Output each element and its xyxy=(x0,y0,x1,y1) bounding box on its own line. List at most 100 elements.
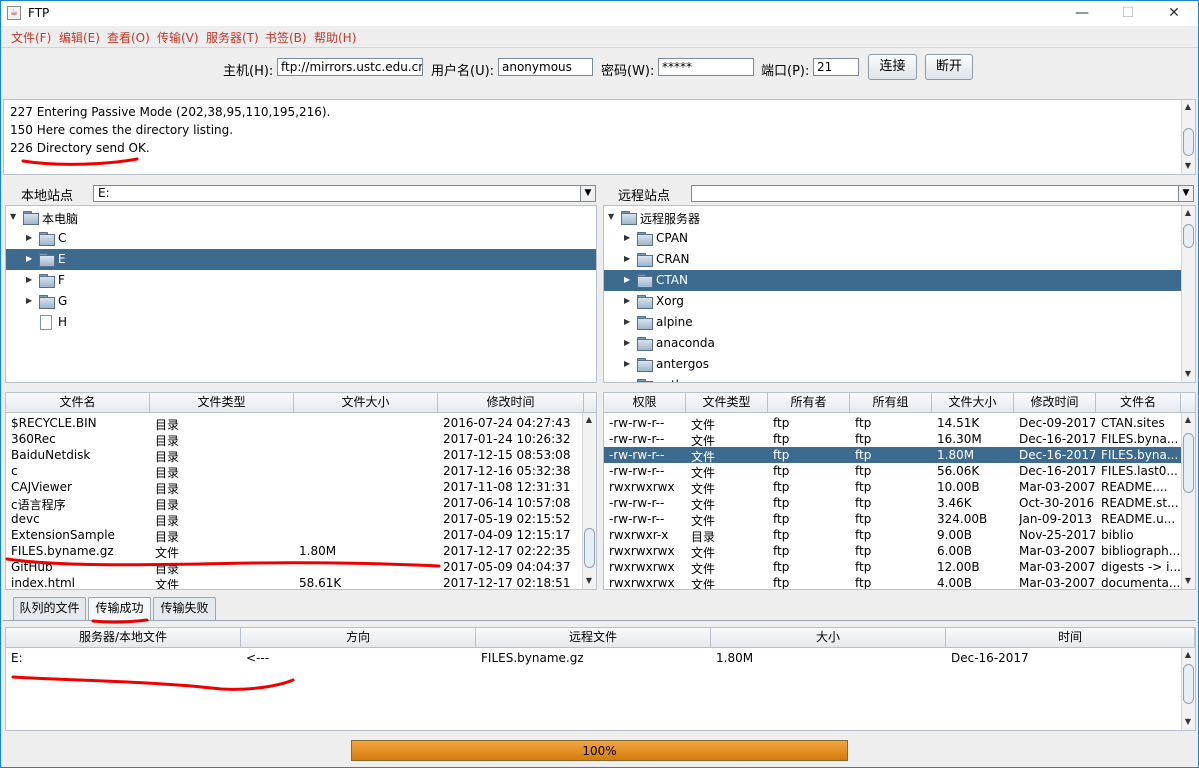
transfer-scrollbar[interactable]: ▲ ▼ xyxy=(1181,648,1195,730)
tree-node-root[interactable]: ▼ 远程服务器 xyxy=(604,207,1182,228)
collapsed-arrow-icon[interactable]: ▶ xyxy=(624,254,630,263)
collapsed-arrow-icon[interactable]: ▶ xyxy=(26,296,32,305)
tree-node-cpan[interactable]: ▶ CPAN xyxy=(604,228,1182,249)
menu-view[interactable]: 查看(O) xyxy=(107,29,150,46)
tree-node-h[interactable]: H xyxy=(6,312,596,333)
expanded-arrow-icon[interactable]: ▼ xyxy=(10,212,16,221)
column-header[interactable]: 远程文件 xyxy=(476,628,711,648)
table-row[interactable]: rwxrwxrwx 文件 ftp ftp 10.00B Mar-03-2007 README… xyxy=(604,479,1181,496)
menu-edit[interactable]: 编辑(E) xyxy=(59,29,100,46)
tab-queued[interactable]: 队列的文件 xyxy=(13,597,86,620)
table-row[interactable]: rwxrwxrwx 文件 ftp ftp 12.00B Mar-03-2007 digest… xyxy=(604,559,1181,576)
maximize-button[interactable]: ☐ xyxy=(1105,1,1151,26)
column-header[interactable]: 修改时间 xyxy=(438,393,584,413)
chevron-down-icon[interactable]: ▼ xyxy=(580,186,595,201)
column-header[interactable]: 时间 xyxy=(946,628,1195,648)
scroll-thumb[interactable] xyxy=(1183,664,1194,704)
collapsed-arrow-icon[interactable]: ▶ xyxy=(624,296,630,305)
column-header[interactable]: 文件名 xyxy=(1096,393,1181,413)
local-table-scrollbar[interactable]: ▲ ▼ xyxy=(582,413,596,589)
table-row[interactable]: c 目录 2017-12-16 05:32:38 xyxy=(6,463,582,480)
scroll-up-icon[interactable]: ▲ xyxy=(1182,413,1194,427)
scroll-down-icon[interactable]: ▼ xyxy=(1182,715,1194,729)
column-header[interactable]: 文件大小 xyxy=(294,393,438,413)
remote-path-combo[interactable]: ▼ xyxy=(691,185,1194,202)
tree-node-ctan[interactable]: ▶ CTAN xyxy=(604,270,1182,291)
chevron-down-icon[interactable]: ▼ xyxy=(1178,186,1193,201)
column-header[interactable]: 服务器/本地文件 xyxy=(6,628,241,648)
table-row[interactable]: E: <--- FILES.byname.gz 1.80M Dec-16-2017 xyxy=(6,650,1181,666)
scroll-down-icon[interactable]: ▼ xyxy=(583,574,595,588)
table-row[interactable]: CAJViewer 目录 2017-11-08 12:31:31 xyxy=(6,479,582,496)
table-row[interactable]: ExtensionSample 目录 2017-04-09 12:15:17 xyxy=(6,527,582,544)
tree-node-c[interactable]: ▶ C xyxy=(6,228,596,249)
collapsed-arrow-icon[interactable]: ▶ xyxy=(624,233,630,242)
table-row[interactable]: rwxrwxrwx 文件 ftp ftp 4.00B Mar-03-2007 documen… xyxy=(604,575,1181,589)
tab-failed[interactable]: 传输失败 xyxy=(153,597,216,620)
column-header[interactable]: 所有组 xyxy=(850,393,932,413)
column-header[interactable]: 文件大小 xyxy=(932,393,1014,413)
table-row[interactable]: -rw-rw-r-- 文件 ftp ftp 3.46K Oct-30-2016 README… xyxy=(604,495,1181,512)
column-header[interactable]: 修改时间 xyxy=(1014,393,1096,413)
username-field[interactable]: anonymous xyxy=(498,58,593,76)
table-row[interactable]: $RECYCLE.BIN 目录 2016-07-24 04:27:43 xyxy=(6,415,582,432)
menu-server[interactable]: 服务器(T) xyxy=(206,29,259,46)
tree-node-root[interactable]: ▼ 本电脑 xyxy=(6,207,596,228)
collapsed-arrow-icon[interactable]: ▶ xyxy=(624,359,630,368)
menu-file[interactable]: 文件(F) xyxy=(11,29,51,46)
tree-node-cran[interactable]: ▶ CRAN xyxy=(604,249,1182,270)
column-header[interactable]: 文件类型 xyxy=(150,393,294,413)
disconnect-button[interactable]: 断开 xyxy=(925,54,973,80)
table-row[interactable]: 360Rec 目录 2017-01-24 10:26:32 xyxy=(6,431,582,448)
table-row[interactable]: rwxrwxr-x 目录 ftp ftp 9.00B Nov-25-2017 biblio xyxy=(604,527,1181,544)
column-header[interactable]: 方向 xyxy=(241,628,476,648)
column-header[interactable]: 大小 xyxy=(711,628,946,648)
connect-button[interactable]: 连接 xyxy=(868,54,917,80)
collapsed-arrow-icon[interactable]: ▶ xyxy=(624,338,630,347)
tree-node-xorg[interactable]: ▶ Xorg xyxy=(604,291,1182,312)
port-field[interactable]: 21 xyxy=(813,58,859,76)
scroll-thumb[interactable] xyxy=(584,528,595,568)
table-row[interactable]: GitHub 目录 2017-05-09 04:04:37 xyxy=(6,559,582,576)
table-row[interactable]: c语言程序 目录 2017-06-14 10:57:08 xyxy=(6,495,582,512)
host-field[interactable]: ftp://mirrors.ustc.edu.cn/ xyxy=(277,58,423,76)
tree-node-g[interactable]: ▶ G xyxy=(6,291,596,312)
remote-table-scrollbar[interactable]: ▲ ▼ xyxy=(1181,413,1195,589)
scroll-up-icon[interactable]: ▲ xyxy=(583,413,595,427)
password-field[interactable]: ***** xyxy=(658,58,754,76)
table-row[interactable]: devc 目录 2017-05-19 02:15:52 xyxy=(6,511,582,528)
table-row[interactable]: index.html 文件 58.61K 2017-12-17 02:18:51 xyxy=(6,575,582,589)
table-row[interactable]: BaiduNetdisk 目录 2017-12-15 08:53:08 xyxy=(6,447,582,464)
scroll-down-icon[interactable]: ▼ xyxy=(1182,574,1194,588)
column-header[interactable]: 文件名 xyxy=(6,393,150,413)
column-header[interactable]: 所有者 xyxy=(768,393,850,413)
table-row[interactable]: FILES.byname.gz 文件 1.80M 2017-12-17 02:22:3… xyxy=(6,543,582,560)
tree-node-antergos[interactable]: ▶ antergos xyxy=(604,354,1182,375)
table-row[interactable]: -rw-rw-r-- 文件 ftp ftp 14.51K Dec-09-2017 CTAN.… xyxy=(604,415,1181,432)
log-scrollbar[interactable]: ▲ ▼ xyxy=(1181,100,1195,174)
remote-tree-scrollbar[interactable]: ▲ ▼ xyxy=(1181,206,1195,382)
menu-bookmarks[interactable]: 书签(B) xyxy=(265,29,307,46)
collapsed-arrow-icon[interactable]: ▶ xyxy=(26,233,32,242)
collapsed-arrow-icon[interactable]: ▶ xyxy=(624,317,630,326)
collapsed-arrow-icon[interactable]: ▶ xyxy=(624,380,630,382)
scroll-thumb[interactable] xyxy=(1183,128,1194,156)
local-path-combo[interactable]: E: ▼ xyxy=(93,185,596,202)
tree-node-anthon[interactable]: ▶ anthon xyxy=(604,375,1182,382)
collapsed-arrow-icon[interactable]: ▶ xyxy=(624,275,630,284)
tree-node-e[interactable]: ▶ E xyxy=(6,249,596,270)
tree-node-alpine[interactable]: ▶ alpine xyxy=(604,312,1182,333)
column-header[interactable]: 文件类型 xyxy=(686,393,768,413)
table-row[interactable]: -rw-rw-r-- 文件 ftp ftp 56.06K Dec-16-2017 FILES… xyxy=(604,463,1181,480)
scroll-thumb[interactable] xyxy=(1183,433,1194,493)
scroll-down-icon[interactable]: ▼ xyxy=(1182,159,1194,173)
minimize-button[interactable]: — xyxy=(1059,1,1105,26)
tree-node-anaconda[interactable]: ▶ anaconda xyxy=(604,333,1182,354)
scroll-up-icon[interactable]: ▲ xyxy=(1182,648,1194,662)
table-row[interactable]: rwxrwxrwx 文件 ftp ftp 6.00B Mar-03-2007 bibliog… xyxy=(604,543,1181,560)
scroll-up-icon[interactable]: ▲ xyxy=(1182,206,1194,220)
table-row[interactable]: -rw-rw-r-- 文件 ftp ftp 324.00B Jan-09-2013 READ… xyxy=(604,511,1181,528)
scroll-thumb[interactable] xyxy=(1183,224,1194,248)
collapsed-arrow-icon[interactable]: ▶ xyxy=(26,254,32,263)
scroll-up-icon[interactable]: ▲ xyxy=(1182,100,1194,114)
